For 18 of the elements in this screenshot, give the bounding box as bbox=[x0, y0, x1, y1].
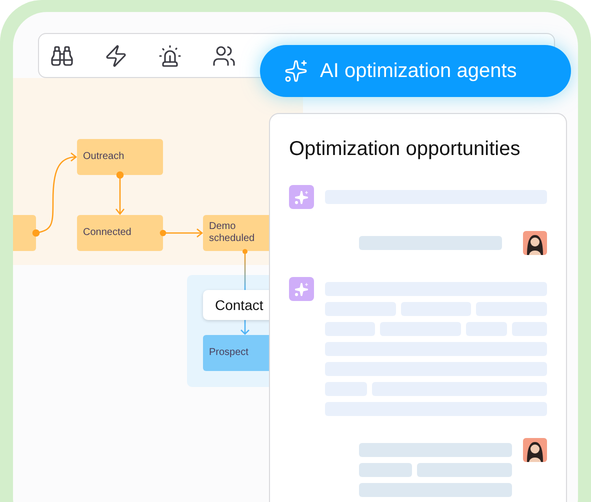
ai-agents-button[interactable]: AI optimization agents bbox=[260, 45, 571, 97]
flow-node: Connected bbox=[77, 215, 163, 251]
lightning-icon[interactable] bbox=[104, 44, 128, 68]
users-icon[interactable] bbox=[212, 44, 236, 68]
sparkle-icon bbox=[289, 277, 314, 301]
panel-title: Optimization opportunities bbox=[289, 138, 522, 161]
sparkle-icon bbox=[289, 185, 314, 209]
binoculars-icon[interactable] bbox=[50, 44, 74, 68]
connector-arrow bbox=[116, 171, 124, 216]
avatar-icon bbox=[523, 438, 547, 462]
sparkle-icon bbox=[284, 59, 308, 83]
avatar-icon bbox=[523, 231, 547, 255]
text-placeholder bbox=[359, 463, 412, 477]
connector-arrow bbox=[160, 228, 204, 238]
connector-arrow bbox=[240, 320, 250, 335]
connector-line bbox=[242, 249, 248, 290]
siren-icon[interactable] bbox=[158, 44, 182, 68]
flow-node: Outreach bbox=[77, 139, 163, 175]
